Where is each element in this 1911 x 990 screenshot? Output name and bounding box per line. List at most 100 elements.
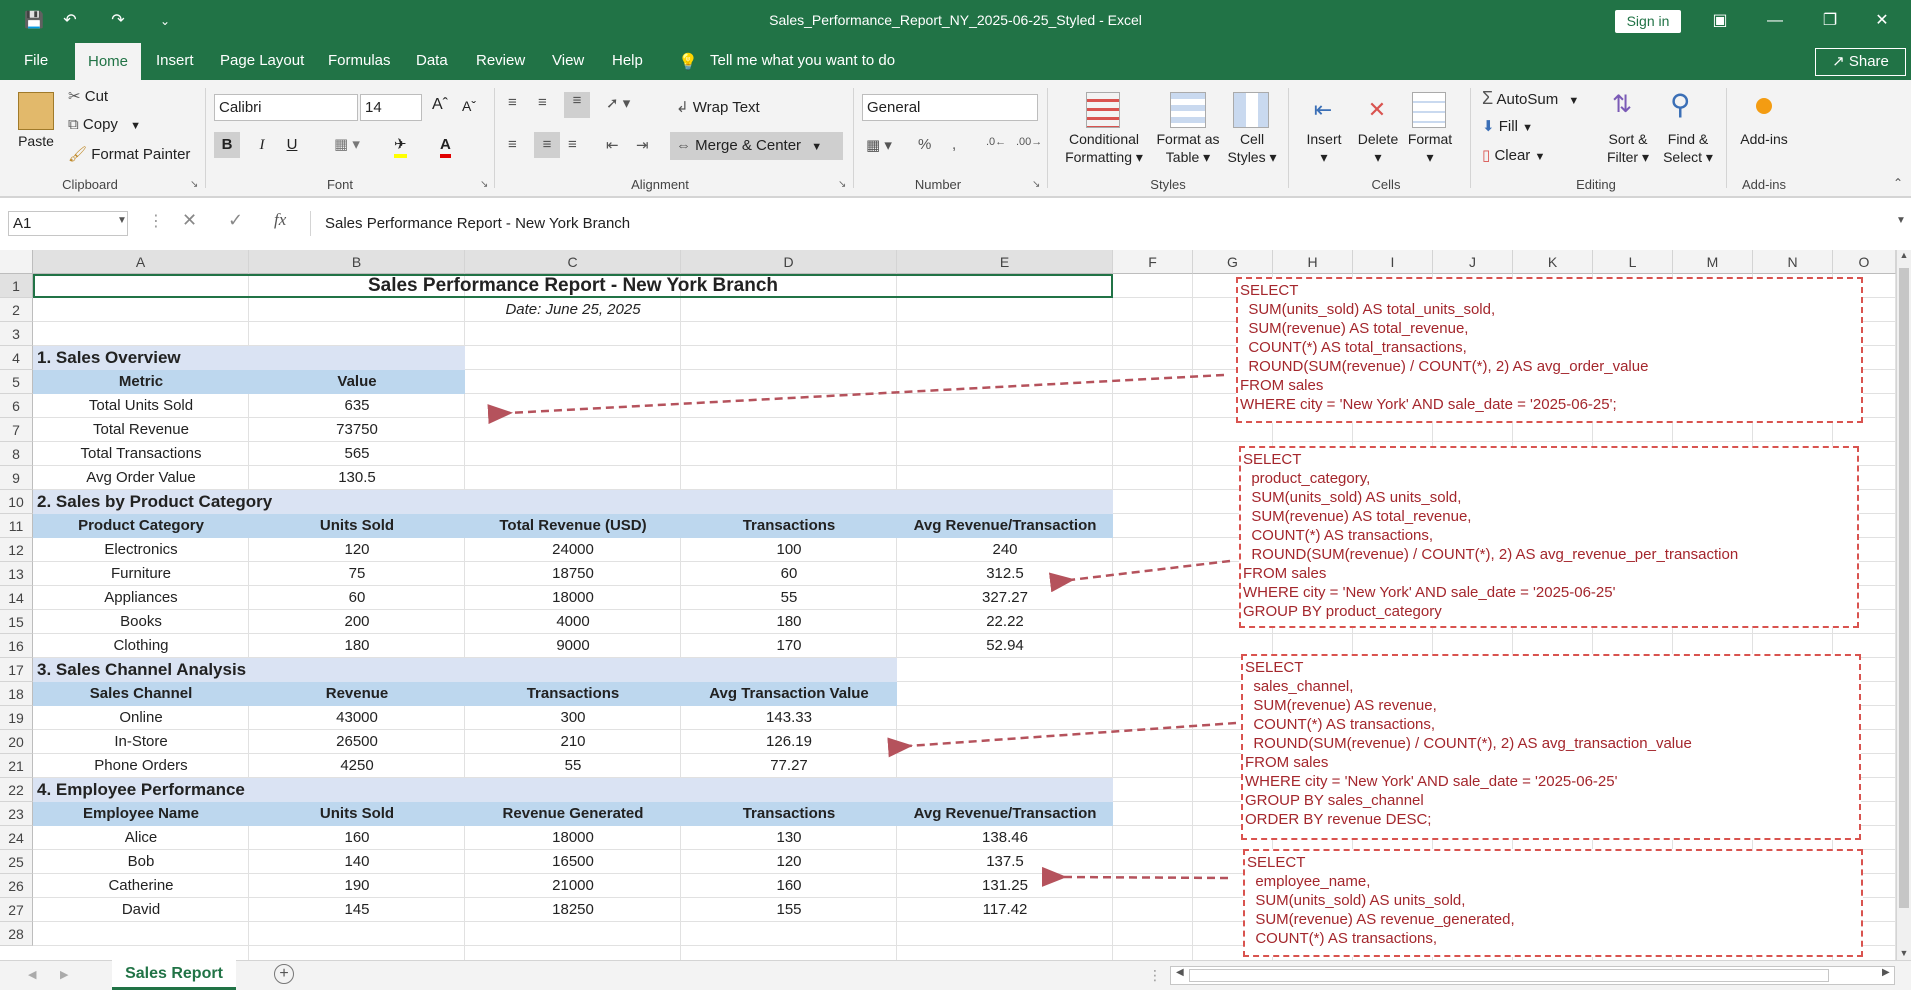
row-header-24[interactable]: 24 xyxy=(0,826,33,850)
fill-color-icon[interactable]: ✈ xyxy=(394,132,407,158)
confirm-entry-icon[interactable]: ✓ xyxy=(228,210,243,231)
row-header-5[interactable]: 5 xyxy=(0,370,33,394)
cell-employee-1-4[interactable]: 137.5 xyxy=(897,850,1113,874)
column-header-m[interactable]: M xyxy=(1673,250,1753,274)
number-launcher-icon[interactable]: ↘ xyxy=(1032,179,1040,190)
cell-category-2-4[interactable]: 327.27 xyxy=(897,586,1113,610)
row-header-15[interactable]: 15 xyxy=(0,610,33,634)
cell-header-2[interactable]: Transactions xyxy=(465,682,681,706)
cell-section-sales-overview[interactable]: 1. Sales Overview xyxy=(33,346,465,370)
scroll-up-icon[interactable]: ▲ xyxy=(1897,250,1911,260)
tab-home[interactable]: Home xyxy=(75,43,141,80)
cell-header-0[interactable]: Product Category xyxy=(33,514,249,538)
increase-decimal-icon[interactable]: .0← xyxy=(986,136,1006,148)
cell-employee-1-0[interactable]: Bob xyxy=(33,850,249,874)
row-header-14[interactable]: 14 xyxy=(0,586,33,610)
prev-sheet-icon[interactable]: ◀ xyxy=(28,968,36,981)
decrease-indent-icon[interactable]: ⇤ xyxy=(606,136,619,154)
cell-channel-0-3[interactable]: 143.33 xyxy=(681,706,897,730)
vertical-scrollbar[interactable]: ▲ ▼ xyxy=(1896,250,1911,960)
row-header-3[interactable]: 3 xyxy=(0,322,33,346)
copy-dropdown-icon[interactable]: ▼ xyxy=(130,120,141,132)
cell-category-1-3[interactable]: 60 xyxy=(681,562,897,586)
tab-review[interactable]: Review xyxy=(476,52,525,72)
row-header-19[interactable]: 19 xyxy=(0,706,33,730)
row-header-1[interactable]: 1 xyxy=(0,274,33,298)
cell-overview-3-1[interactable]: 130.5 xyxy=(249,466,465,490)
name-box[interactable]: A1 xyxy=(8,211,128,236)
delete-cells-icon[interactable]: ✕ xyxy=(1360,92,1394,128)
row-header-10[interactable]: 10 xyxy=(0,490,33,514)
column-header-j[interactable]: J xyxy=(1433,250,1513,274)
cell-overview-0-0[interactable]: Total Units Sold xyxy=(33,394,249,418)
column-header-f[interactable]: F xyxy=(1113,250,1193,274)
align-left-icon[interactable]: ≡ xyxy=(508,136,517,153)
cell-category-0-3[interactable]: 100 xyxy=(681,538,897,562)
format-as-table-icon[interactable] xyxy=(1170,92,1206,128)
cell-channel-1-0[interactable]: In-Store xyxy=(33,730,249,754)
scroll-down-icon[interactable]: ▼ xyxy=(1897,948,1911,958)
find-select-icon[interactable]: ⚲ xyxy=(1670,88,1691,121)
cell-employee-3-3[interactable]: 155 xyxy=(681,898,897,922)
cell-category-3-4[interactable]: 22.22 xyxy=(897,610,1113,634)
cell-category-3-2[interactable]: 4000 xyxy=(465,610,681,634)
borders-icon[interactable]: ▦ ▾ xyxy=(334,132,360,158)
cell-category-4-0[interactable]: Clothing xyxy=(33,634,249,658)
cell-header-0[interactable]: Employee Name xyxy=(33,802,249,826)
column-header-i[interactable]: I xyxy=(1353,250,1433,274)
find-select-button[interactable]: Find & Select ▾ xyxy=(1660,130,1716,166)
cell-header-3[interactable]: Transactions xyxy=(681,514,897,538)
sort-filter-icon[interactable]: ⇅ xyxy=(1612,90,1632,119)
select-all-corner[interactable] xyxy=(0,250,33,274)
cell-category-3-0[interactable]: Books xyxy=(33,610,249,634)
name-box-dropdown-icon[interactable]: ▼ xyxy=(117,215,127,226)
format-cells-icon[interactable] xyxy=(1412,92,1446,128)
accounting-format-icon[interactable]: ▦ ▾ xyxy=(866,136,892,154)
formula-input[interactable]: Sales Performance Report - New York Bran… xyxy=(310,211,1900,236)
row-header-7[interactable]: 7 xyxy=(0,418,33,442)
cell-category-3-3[interactable]: 180 xyxy=(681,610,897,634)
row-header-20[interactable]: 20 xyxy=(0,730,33,754)
cell-channel-2-0[interactable]: Phone Orders xyxy=(33,754,249,778)
cell-overview-2-1[interactable]: 565 xyxy=(249,442,465,466)
paste-button[interactable]: Paste xyxy=(16,132,56,150)
cell-employee-1-2[interactable]: 16500 xyxy=(465,850,681,874)
row-header-12[interactable]: 12 xyxy=(0,538,33,562)
underline-button[interactable]: U xyxy=(282,132,302,158)
column-header-b[interactable]: B xyxy=(249,250,465,274)
cell-employee-3-4[interactable]: 117.42 xyxy=(897,898,1113,922)
cell-employee-3-1[interactable]: 145 xyxy=(249,898,465,922)
cut-button[interactable]: ✂ Cut xyxy=(68,87,108,105)
row-header-26[interactable]: 26 xyxy=(0,874,33,898)
conditional-formatting-button[interactable]: Conditional Formatting ▾ xyxy=(1060,130,1148,166)
cell-overview-2-0[interactable]: Total Transactions xyxy=(33,442,249,466)
delete-cells-button[interactable]: Delete ▾ xyxy=(1352,130,1404,166)
cell-category-4-4[interactable]: 52.94 xyxy=(897,634,1113,658)
minimize-icon[interactable]: — xyxy=(1755,8,1795,34)
align-center-icon[interactable]: ≡ xyxy=(534,132,560,158)
cell-employee-0-1[interactable]: 160 xyxy=(249,826,465,850)
cell-category-4-2[interactable]: 9000 xyxy=(465,634,681,658)
cell-employee-2-1[interactable]: 190 xyxy=(249,874,465,898)
cell-employee-2-4[interactable]: 131.25 xyxy=(897,874,1113,898)
cell-category-2-2[interactable]: 18000 xyxy=(465,586,681,610)
clear-dropdown-icon[interactable]: ▼ xyxy=(1534,151,1545,163)
cell-section-sales-channel[interactable]: 3. Sales Channel Analysis xyxy=(33,658,897,682)
cell-category-2-0[interactable]: Appliances xyxy=(33,586,249,610)
cell-channel-0-2[interactable]: 300 xyxy=(465,706,681,730)
format-cells-button[interactable]: Format ▾ xyxy=(1404,130,1456,166)
bold-button[interactable]: B xyxy=(214,132,240,158)
cell-report-date[interactable]: Date: June 25, 2025 xyxy=(33,298,1113,322)
cell-category-0-4[interactable]: 240 xyxy=(897,538,1113,562)
tab-view[interactable]: View xyxy=(552,52,584,72)
merge-dropdown-icon[interactable]: ▼ xyxy=(811,141,822,153)
copy-button[interactable]: ⧉ Copy ▼ xyxy=(68,116,141,133)
horizontal-scrollbar[interactable] xyxy=(1170,966,1895,985)
paste-icon[interactable] xyxy=(18,92,54,130)
restore-icon[interactable]: ❐ xyxy=(1810,8,1850,34)
row-header-6[interactable]: 6 xyxy=(0,394,33,418)
cell-header-4[interactable]: Avg Revenue/Transaction xyxy=(897,802,1113,826)
row-header-17[interactable]: 17 xyxy=(0,658,33,682)
cell-header-3[interactable]: Avg Transaction Value xyxy=(681,682,897,706)
sheet-tab-sales-report[interactable]: Sales Report xyxy=(112,960,236,990)
